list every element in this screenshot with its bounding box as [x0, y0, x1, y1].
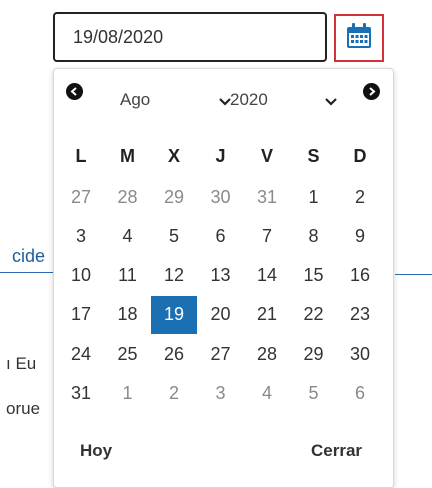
next-month-button[interactable] [363, 83, 380, 100]
calendar-day[interactable]: 17 [58, 296, 104, 334]
calendar-day[interactable]: 23 [337, 296, 383, 334]
calendar-day[interactable]: 30 [337, 335, 383, 373]
calendar-day[interactable]: 28 [105, 178, 151, 216]
weekday-header: X [167, 145, 180, 166]
calendar-day[interactable]: 21 [244, 296, 290, 334]
calendar-day[interactable]: 6 [198, 217, 244, 255]
prev-month-button[interactable] [66, 83, 83, 100]
calendar-day[interactable]: 7 [244, 217, 290, 255]
calendar-day[interactable]: 8 [291, 217, 337, 255]
calendar-day[interactable]: 25 [105, 335, 151, 373]
weekday-header: L [75, 145, 87, 166]
calendar-day[interactable]: 2 [337, 178, 383, 216]
calendar-day[interactable]: 4 [105, 217, 151, 255]
background-text-fragment: ı Eu [6, 354, 37, 373]
calendar-day[interactable]: 16 [337, 257, 383, 295]
calendar-day[interactable]: 29 [151, 178, 197, 216]
calendar-day[interactable]: 24 [58, 335, 104, 373]
calendar-day[interactable]: 1 [291, 178, 337, 216]
calendar-day[interactable]: 11 [105, 257, 151, 295]
background-text-fragment: orue [6, 399, 41, 418]
calendar-day[interactable]: 31 [58, 375, 104, 413]
datepicker-popup: Ago 2020 L M X J V S D 27 28 29 30 31 1 2 3 4 5 6 7 8 9 10 11 1… [53, 68, 394, 488]
chevron-left-icon [70, 87, 77, 96]
calendar-day[interactable]: 18 [105, 296, 151, 334]
calendar-day[interactable]: 31 [244, 178, 290, 216]
background-divider-left [0, 272, 56, 273]
calendar-day[interactable]: 4 [244, 375, 290, 413]
calendar-day[interactable]: 1 [105, 375, 151, 413]
calendar-day[interactable]: 27 [58, 178, 104, 216]
weekday-header: S [307, 145, 320, 166]
chevron-down-icon [324, 92, 338, 112]
chevron-right-icon [369, 87, 376, 96]
calendar-day[interactable]: 9 [337, 217, 383, 255]
calendar-day[interactable]: 2 [151, 375, 197, 413]
calendar-day[interactable]: 29 [291, 335, 337, 373]
calendar-day[interactable]: 12 [151, 257, 197, 295]
calendar-day[interactable]: 10 [58, 257, 104, 295]
calendar-day[interactable]: 30 [198, 178, 244, 216]
calendar-day[interactable]: 20 [198, 296, 244, 334]
calendar-day[interactable]: 3 [58, 217, 104, 255]
calendar-day[interactable]: 13 [198, 257, 244, 295]
weekday-header: M [120, 145, 135, 166]
background-divider-right [395, 274, 432, 275]
background-link-fragment[interactable]: cide [12, 246, 45, 267]
year-select[interactable]: 2020 [230, 87, 338, 113]
calendar-day[interactable]: 6 [337, 375, 383, 413]
calendar-toggle-button[interactable] [334, 14, 384, 62]
weekday-header: J [215, 145, 226, 166]
calendar-day[interactable]: 5 [151, 217, 197, 255]
year-select-value: 2020 [230, 90, 268, 109]
month-select[interactable]: Ago [120, 87, 232, 113]
weekday-header: V [260, 145, 273, 166]
calendar-day[interactable]: 15 [291, 257, 337, 295]
calendar-day-selected[interactable]: 19 [151, 295, 197, 334]
weekday-header: D [353, 145, 367, 166]
close-button[interactable]: Cerrar [311, 441, 362, 461]
calendar-day[interactable]: 26 [151, 335, 197, 373]
calendar-icon [344, 21, 374, 56]
today-button[interactable]: Hoy [80, 441, 112, 461]
calendar-day[interactable]: 5 [291, 375, 337, 413]
calendar-day[interactable]: 28 [244, 335, 290, 373]
month-select-value: Ago [120, 90, 151, 109]
date-input[interactable] [53, 12, 327, 62]
calendar-day[interactable]: 14 [244, 257, 290, 295]
calendar-day[interactable]: 27 [198, 335, 244, 373]
calendar-day[interactable]: 22 [291, 296, 337, 334]
calendar-day[interactable]: 3 [198, 375, 244, 413]
